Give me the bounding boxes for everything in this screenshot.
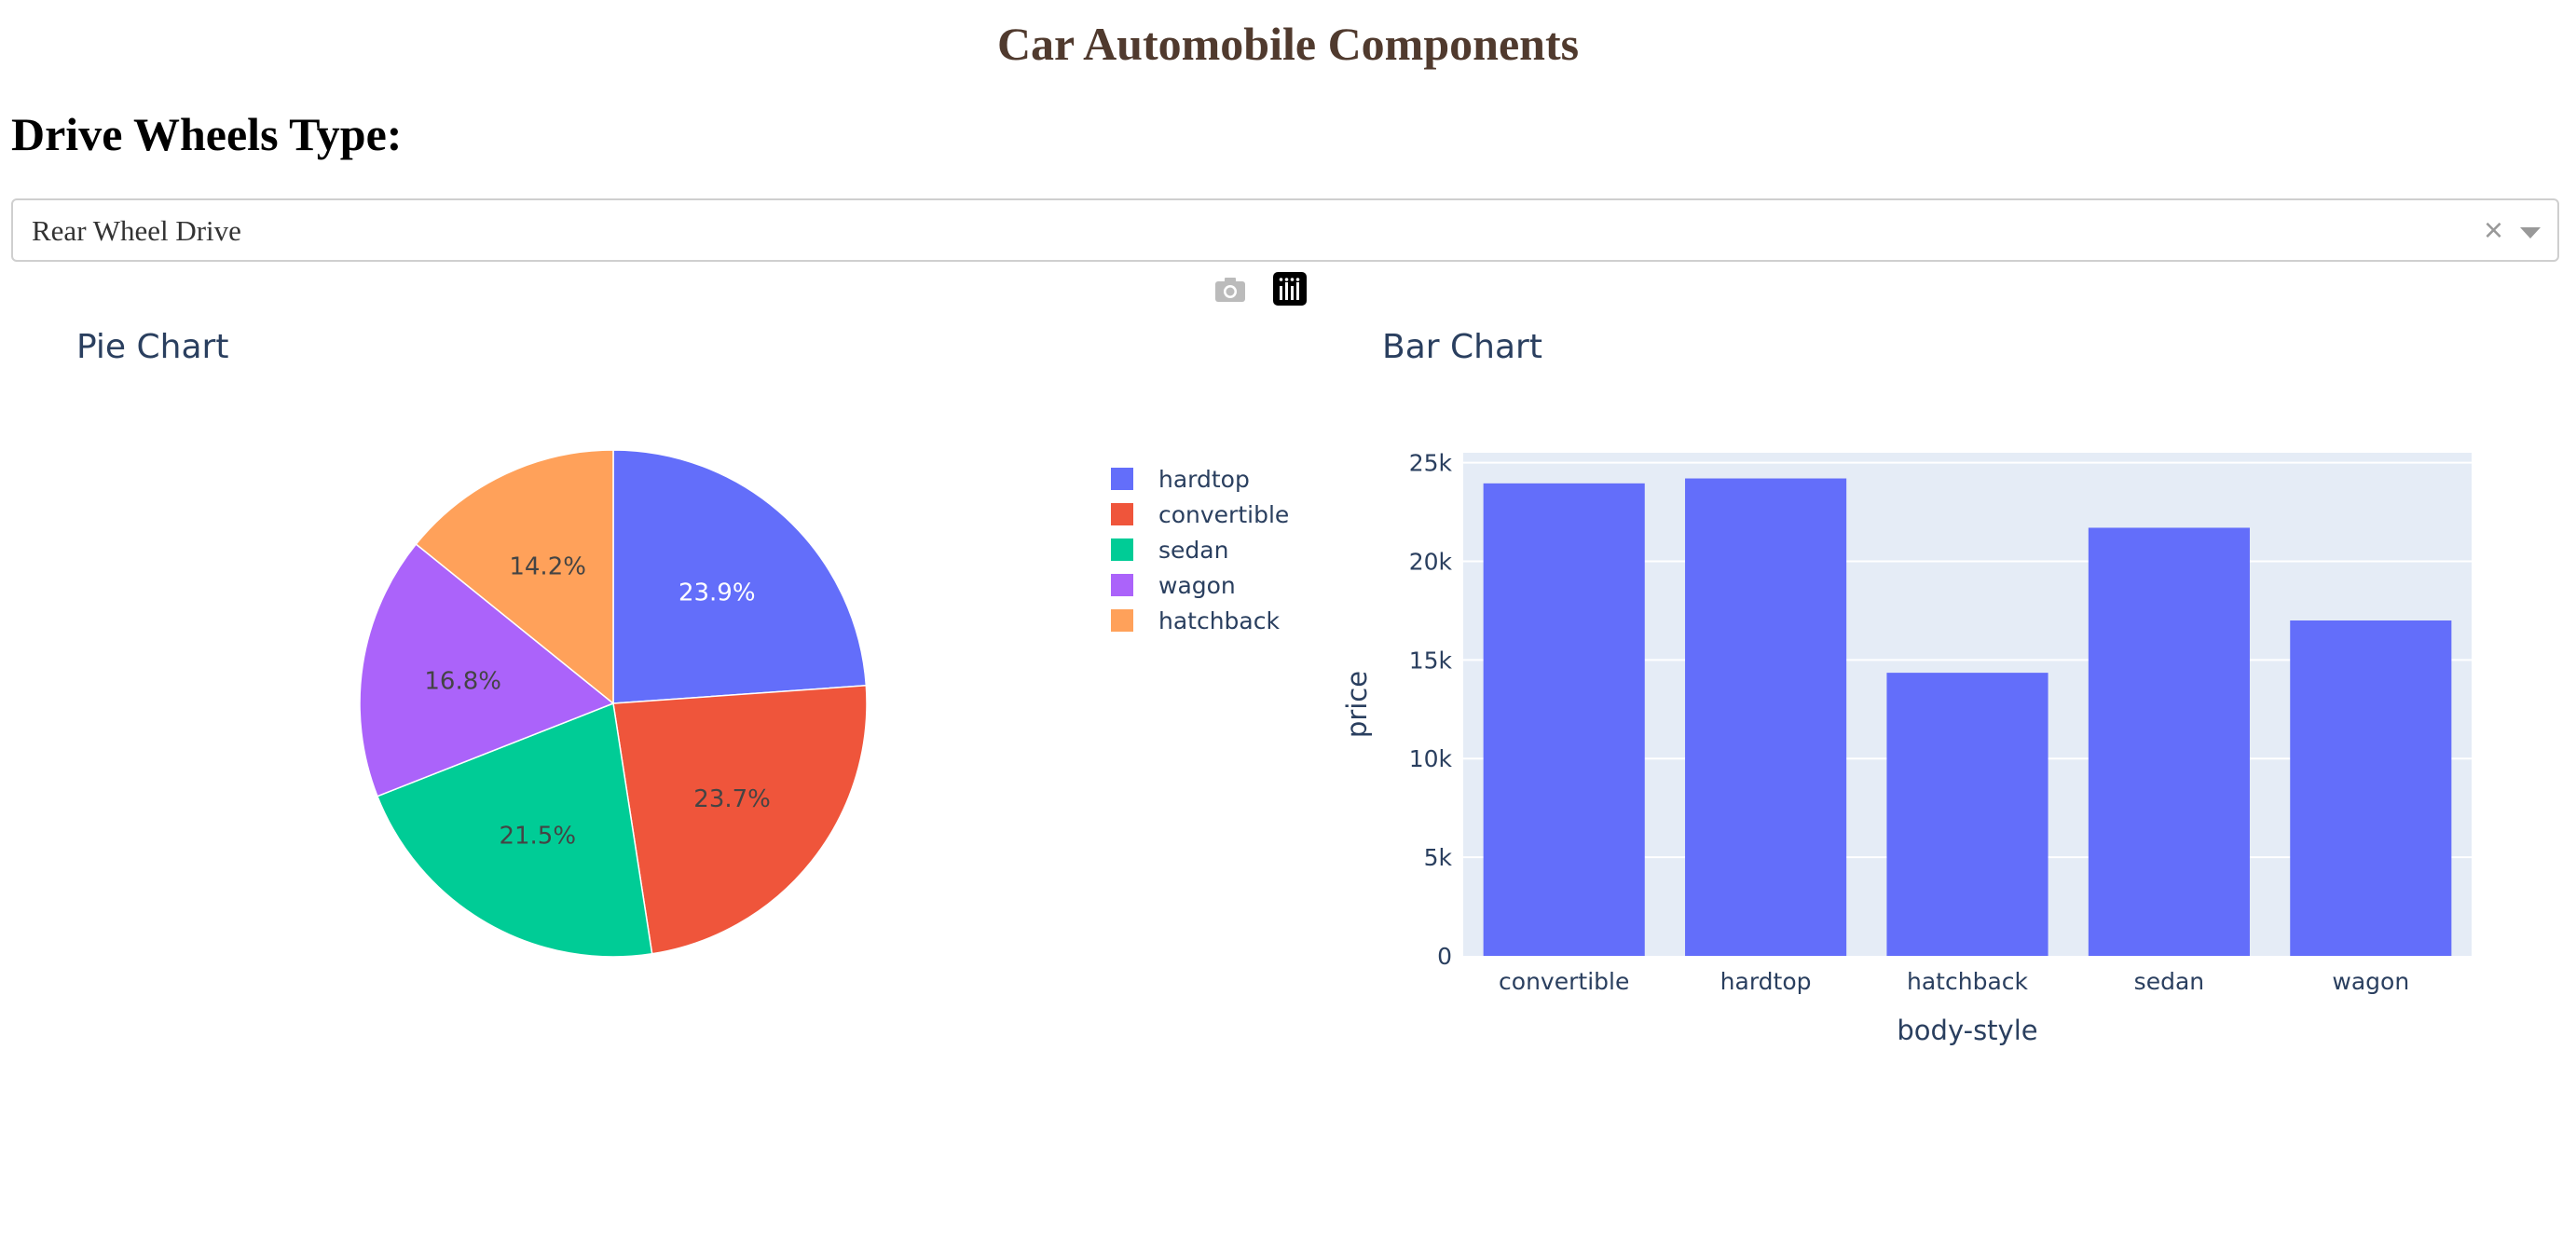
pie-label-wagon: 16.8% (424, 667, 501, 695)
legend-swatch-hatchback[interactable] (1111, 609, 1133, 632)
bar-xtick-label-wagon: wagon (2332, 968, 2409, 995)
dropdown-selected-value: Rear Wheel Drive (32, 214, 241, 247)
legend-swatch-sedan[interactable] (1111, 538, 1133, 561)
legend-item-hardtop[interactable]: hardtop (1158, 466, 1250, 493)
legend-item-convertible[interactable]: convertible (1158, 501, 1289, 528)
bar-yaxis-title: price (1341, 671, 1373, 738)
bar-ytick-label: 0 (1437, 943, 1452, 970)
bar-ytick-label: 20k (1409, 548, 1453, 575)
bar-sedan[interactable] (2088, 527, 2250, 956)
pie-label-hatchback: 14.2% (509, 553, 586, 581)
pie-label-sedan: 21.5% (499, 823, 576, 851)
pie-label-hardtop: 23.9% (678, 579, 756, 607)
drive-wheels-heading: Drive Wheels Type: (11, 108, 403, 160)
drive-wheels-dropdown[interactable]: Rear Wheel Drive × (11, 198, 2559, 262)
bar-wagon[interactable] (2290, 620, 2452, 956)
bar-chart-title: Bar Chart (1382, 328, 1542, 366)
clear-icon[interactable]: × (2484, 211, 2503, 250)
bar-convertible[interactable] (1483, 483, 1645, 956)
legend-item-wagon[interactable]: wagon (1158, 572, 1236, 599)
pie-chart: 23.9% 23.7% 21.5% 16.8% 14.2% hardtop converti… (359, 449, 1289, 958)
pie-slice-hardtop[interactable] (612, 449, 868, 704)
legend-item-sedan[interactable]: sedan (1158, 537, 1228, 564)
bar-xtick-label-sedan: sedan (2134, 968, 2204, 995)
legend-swatch-wagon[interactable] (1111, 574, 1133, 596)
chevron-down-icon[interactable] (2520, 227, 2541, 239)
pie-chart-title: Pie Chart (76, 328, 229, 366)
legend-item-hatchback[interactable]: hatchback (1158, 607, 1280, 634)
bar-xaxis-title: body-style (1897, 1015, 2037, 1046)
legend-swatch-hardtop[interactable] (1111, 468, 1133, 490)
legend-swatch-convertible[interactable] (1111, 503, 1133, 525)
bar-hardtop[interactable] (1685, 478, 1847, 956)
bar-xtick-label-hatchback: hatchback (1907, 968, 2028, 995)
bar-ytick-label: 10k (1409, 745, 1453, 772)
bar-hatchback[interactable] (1886, 673, 2048, 956)
plotly-logo-icon[interactable] (1273, 272, 1307, 306)
pie-label-convertible: 23.7% (693, 785, 771, 813)
bar-xtick-label-convertible: convertible (1499, 968, 1629, 995)
camera-icon[interactable] (1213, 272, 1247, 306)
page-title: Car Automobile Components (996, 18, 1580, 70)
bar-ytick-label: 5k (1424, 844, 1453, 871)
bar-xtick-label-hardtop: hardtop (1720, 968, 1812, 995)
bar-ytick-label: 15k (1409, 647, 1453, 674)
pie-slice-convertible[interactable] (612, 685, 868, 955)
bar-chart: 0 5k 10k 15k 20k 25k convertible hardtop hatchba… (1341, 450, 2472, 1046)
bar-ytick-label: 25k (1409, 450, 1453, 477)
